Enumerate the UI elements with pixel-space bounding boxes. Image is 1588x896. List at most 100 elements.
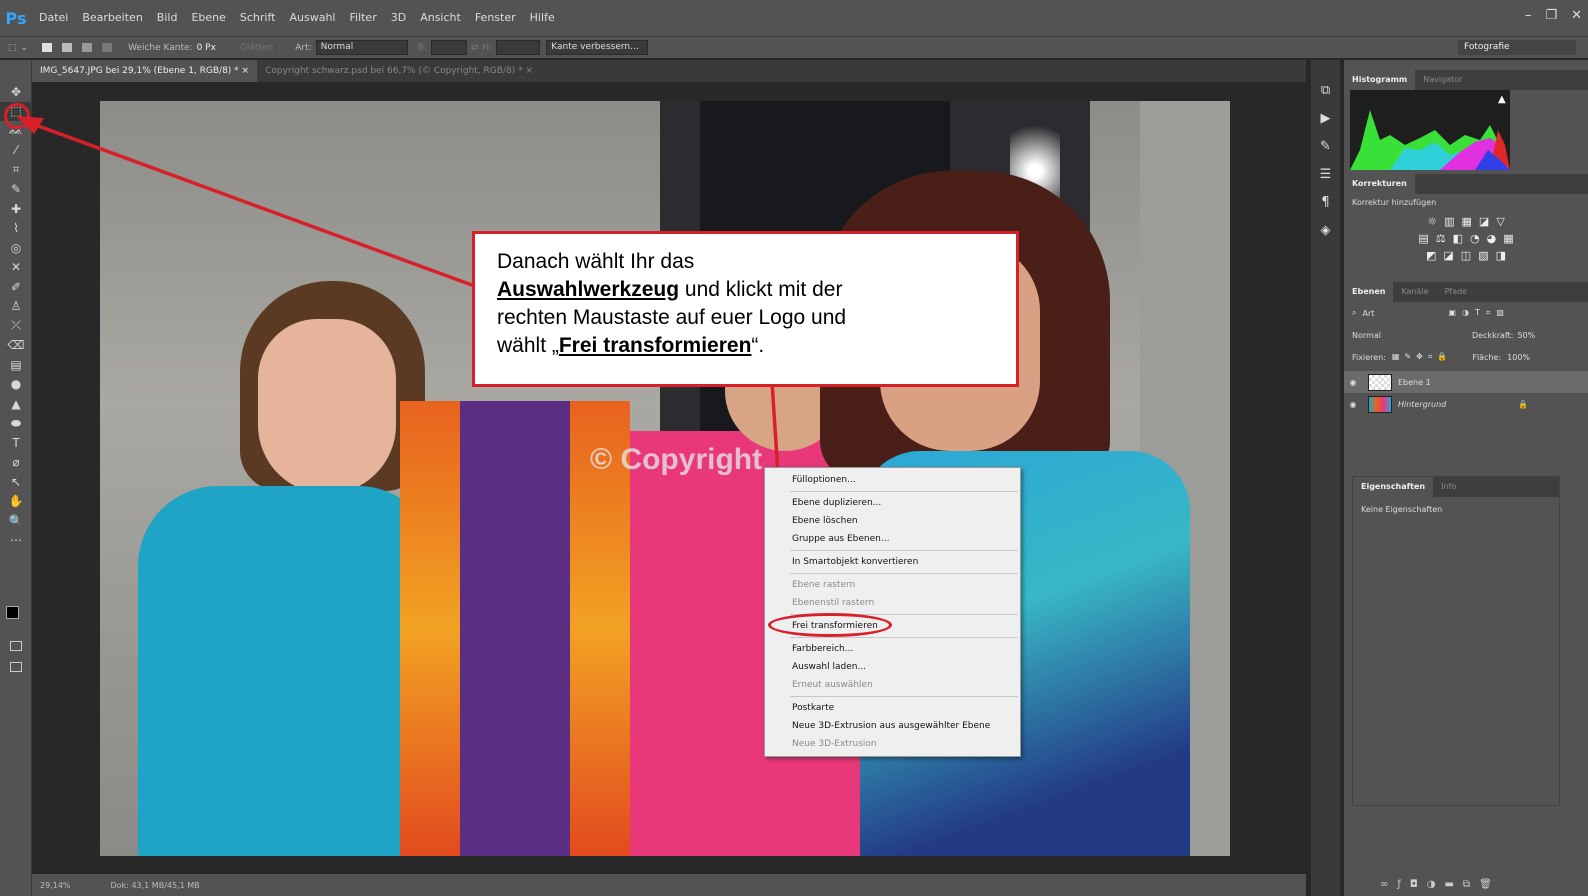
adjustment-icon[interactable]: ◧: [1453, 232, 1463, 245]
tool-22-icon[interactable]: 🔍: [0, 511, 32, 531]
adjustment-icon[interactable]: ☼: [1427, 215, 1437, 228]
menu-hilfe[interactable]: Hilfe: [523, 0, 562, 36]
tool-6-icon[interactable]: ✚: [0, 199, 32, 219]
refine-edge-button[interactable]: Kante verbessern...: [546, 40, 649, 55]
tool-19-icon[interactable]: ⌀: [0, 453, 32, 473]
minimize-icon[interactable]: –: [1525, 8, 1532, 23]
eye-icon[interactable]: ◉: [1344, 400, 1362, 409]
screen-mode-icon[interactable]: [10, 662, 22, 672]
tab-properties[interactable]: Eigenschaften: [1353, 477, 1434, 497]
ctx-item-farbbereich[interactable]: Farbbereich...: [765, 640, 1020, 658]
tool-7-icon[interactable]: ⌇: [0, 219, 32, 239]
menu-datei[interactable]: Datei: [32, 0, 75, 36]
close-icon[interactable]: ✕: [1571, 8, 1582, 23]
tool-23-icon[interactable]: ⋯: [0, 531, 32, 551]
workspace-select[interactable]: Fotografie: [1458, 40, 1576, 55]
doc-size[interactable]: Dok: 43,1 MB/45,1 MB: [111, 881, 200, 890]
swap-icon[interactable]: ⇄: [471, 43, 479, 53]
menu-bild[interactable]: Bild: [150, 0, 185, 36]
eye-icon[interactable]: ◉: [1344, 378, 1362, 387]
brushes-icon[interactable]: ✎: [1311, 132, 1340, 160]
tab-histogram[interactable]: Histogramm: [1344, 70, 1416, 90]
tab-channels[interactable]: Kanäle: [1393, 282, 1436, 302]
height-input[interactable]: [496, 40, 541, 55]
tool-13-icon[interactable]: ⌫: [0, 336, 32, 356]
smooth-checkbox[interactable]: Glätten: [240, 43, 273, 53]
tool-10-icon[interactable]: ✐: [0, 277, 32, 297]
menu-fenster[interactable]: Fenster: [468, 0, 523, 36]
filter-icons[interactable]: ▣◑T⌗▨: [1448, 308, 1510, 318]
adjustment-icon[interactable]: ▥: [1444, 215, 1454, 228]
ctx-item-auswahl-laden[interactable]: Auswahl laden...: [765, 658, 1020, 676]
adjustment-icon[interactable]: ◩: [1426, 249, 1436, 262]
ctx-item-postkarte[interactable]: Postkarte: [765, 699, 1020, 717]
restore-icon[interactable]: ❐: [1545, 8, 1557, 23]
layer-row-hintergrund[interactable]: ◉ Hintergrund 🔒: [1344, 393, 1588, 415]
adjustment-icon[interactable]: ◕: [1487, 232, 1497, 245]
ctx-item-ebene-duplizieren[interactable]: Ebene duplizieren...: [765, 494, 1020, 512]
zoom-level[interactable]: 29,14%: [40, 881, 71, 890]
adjustment-icon[interactable]: ▦: [1503, 232, 1513, 245]
ctx-item-in-smartobjekt-konvertieren[interactable]: In Smartobjekt konvertieren: [765, 553, 1020, 571]
adjustment-icon[interactable]: ◨: [1496, 249, 1506, 262]
tab-layers[interactable]: Ebenen: [1344, 282, 1394, 302]
menu-ebene[interactable]: Ebene: [184, 0, 232, 36]
style-select[interactable]: Normal: [315, 40, 408, 55]
tool-20-icon[interactable]: ↖: [0, 472, 32, 492]
tool-8-icon[interactable]: ◎: [0, 238, 32, 258]
menu-bearbeiten[interactable]: Bearbeiten: [75, 0, 149, 36]
tool-21-icon[interactable]: ✋: [0, 492, 32, 512]
tool-16-icon[interactable]: ▲: [0, 394, 32, 414]
opacity-input[interactable]: 50%: [1517, 331, 1535, 340]
marquee-preset-picker[interactable]: ⬚ ⌄: [8, 43, 28, 53]
tool-9-icon[interactable]: ✕: [0, 258, 32, 278]
adjustment-icon[interactable]: ◫: [1461, 249, 1471, 262]
menu-auswahl[interactable]: Auswahl: [282, 0, 342, 36]
adjustment-icon[interactable]: ◪: [1479, 215, 1489, 228]
tool-3-icon[interactable]: ⁄: [0, 141, 32, 161]
tool-12-icon[interactable]: ⤫: [0, 316, 32, 336]
blend-mode-select[interactable]: Normal: [1352, 331, 1472, 340]
tool-0-icon[interactable]: ✥: [0, 82, 32, 102]
adjustment-icon[interactable]: ▤: [1418, 232, 1428, 245]
width-input[interactable]: [430, 40, 467, 55]
menu-filter[interactable]: Filter: [342, 0, 383, 36]
color-swatches[interactable]: [6, 606, 28, 628]
tool-11-icon[interactable]: ♙: [0, 297, 32, 317]
canvas-area[interactable]: © Copyright: [16, 82, 1306, 874]
tab-paths[interactable]: Pfade: [1437, 282, 1476, 302]
intersect-selection-icon[interactable]: [102, 43, 113, 52]
menu-ansicht[interactable]: Ansicht: [413, 0, 468, 36]
tool-14-icon[interactable]: ▤: [0, 355, 32, 375]
adjustment-icon[interactable]: ◔: [1470, 232, 1480, 245]
3d-cube-icon[interactable]: ◈: [1311, 216, 1340, 244]
adjustment-icon[interactable]: ▽: [1496, 215, 1504, 228]
foreground-color[interactable]: [6, 606, 19, 619]
add-selection-icon[interactable]: [62, 43, 73, 52]
histogram-warning-icon[interactable]: ▲: [1498, 94, 1506, 105]
feather-input[interactable]: 0 Px: [197, 43, 216, 53]
character-icon[interactable]: ¶: [1311, 188, 1340, 216]
tool-5-icon[interactable]: ✎: [0, 180, 32, 200]
adjustment-icon[interactable]: ⚖: [1436, 232, 1446, 245]
adjust-sliders-icon[interactable]: ☰: [1311, 160, 1340, 188]
actions-play-icon[interactable]: ▶: [1311, 104, 1340, 132]
tab-adjustments[interactable]: Korrekturen: [1344, 174, 1415, 194]
tool-4-icon[interactable]: ⌗: [0, 160, 32, 180]
tool-15-icon[interactable]: ●: [0, 375, 32, 395]
quick-mask-icon[interactable]: [10, 641, 22, 651]
adjustment-icon[interactable]: ▧: [1478, 249, 1488, 262]
ctx-item-fülloptionen[interactable]: Fülloptionen...: [765, 471, 1020, 489]
tab-info[interactable]: Info: [1433, 477, 1464, 497]
adjustment-icon[interactable]: ◪: [1443, 249, 1453, 262]
close-tab-icon[interactable]: ×: [242, 66, 250, 76]
layer-filter-select[interactable]: Art: [1362, 309, 1422, 318]
tab-copyright-psd[interactable]: Copyright schwarz.psd bei 66,7% (© Copyr…: [257, 60, 541, 82]
ctx-item-gruppe-aus-ebenen[interactable]: Gruppe aus Ebenen...: [765, 530, 1020, 548]
tool-17-icon[interactable]: ⬬: [0, 414, 32, 434]
subtract-selection-icon[interactable]: [82, 43, 93, 52]
history-icon[interactable]: ⧉: [1311, 76, 1340, 104]
layer-actions[interactable]: ∞ƒ◘◑▬⧉🗑: [1380, 879, 1501, 890]
adjustment-icon[interactable]: ▦: [1462, 215, 1472, 228]
close-tab-icon[interactable]: ×: [525, 66, 533, 76]
